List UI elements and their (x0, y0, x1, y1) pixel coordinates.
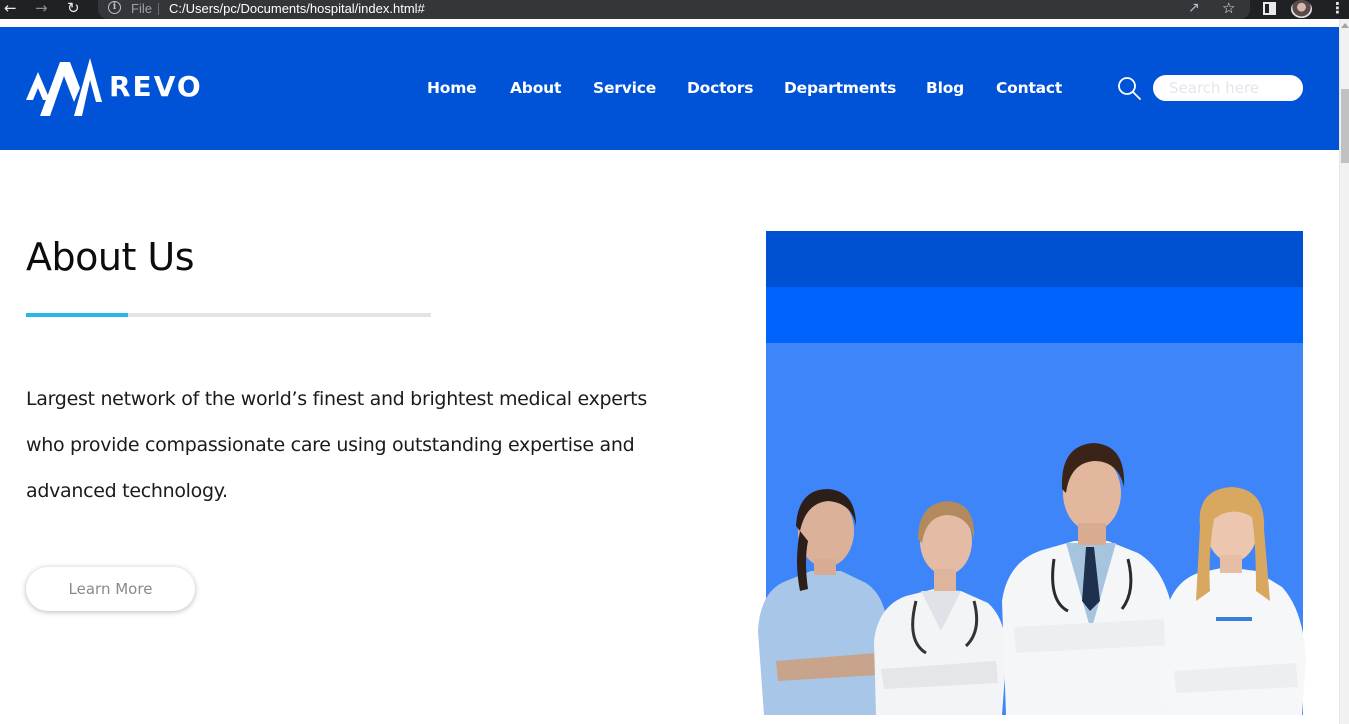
nav-departments[interactable]: Departments (784, 78, 896, 98)
about-title: About Us (26, 235, 195, 279)
reload-icon[interactable]: ↻ (67, 0, 80, 19)
file-scheme-label: File (131, 1, 152, 16)
nav-doctors[interactable]: Doctors (687, 78, 753, 98)
browser-toolbar: ← → ↻ i File C:/Users/pc/Documents/hospi… (0, 0, 1349, 19)
address-bar[interactable]: i File C:/Users/pc/Documents/hospital/in… (98, 0, 1250, 19)
revo-logo-mark-icon (26, 58, 102, 116)
arrow-left-icon[interactable]: ← (4, 0, 17, 19)
arrow-right-icon[interactable]: → (35, 0, 48, 19)
share-icon[interactable]: ↗ (1188, 0, 1200, 17)
doctors-group-image (758, 443, 1306, 715)
profile-avatar[interactable] (1291, 0, 1312, 18)
search-input[interactable] (1153, 75, 1303, 101)
about-description: Largest network of the world’s finest an… (26, 388, 647, 502)
info-icon[interactable]: i (108, 1, 121, 14)
scrollbar-thumb[interactable] (1341, 89, 1349, 163)
page-bottom-edge (0, 719, 1339, 724)
site-header: REVO Home About Service Doctors Departme… (0, 27, 1339, 150)
nav-about[interactable]: About (510, 78, 561, 98)
star-icon[interactable]: ☆ (1222, 0, 1235, 17)
nav-blog[interactable]: Blog (926, 78, 964, 98)
title-underline-accent (26, 313, 128, 317)
url-text[interactable]: C:/Users/pc/Documents/hospital/index.htm… (169, 0, 425, 17)
photo-band-middle (766, 287, 1303, 343)
nav-service[interactable]: Service (593, 78, 656, 98)
search-icon[interactable] (1117, 76, 1141, 100)
nav-home[interactable]: Home (427, 78, 477, 98)
scroll-up-arrow-icon[interactable] (1341, 23, 1349, 28)
side-panel-icon[interactable] (1263, 2, 1276, 15)
doctors-photo-panel (758, 231, 1306, 715)
photo-band-top (766, 231, 1303, 287)
logo-text: REVO (109, 70, 203, 103)
address-divider (158, 3, 159, 15)
learn-more-button[interactable]: Learn More (26, 567, 195, 611)
kebab-menu-icon[interactable]: ⋮ (1330, 0, 1345, 17)
nav-contact[interactable]: Contact (996, 78, 1062, 98)
page-scrollbar[interactable] (1339, 19, 1349, 724)
